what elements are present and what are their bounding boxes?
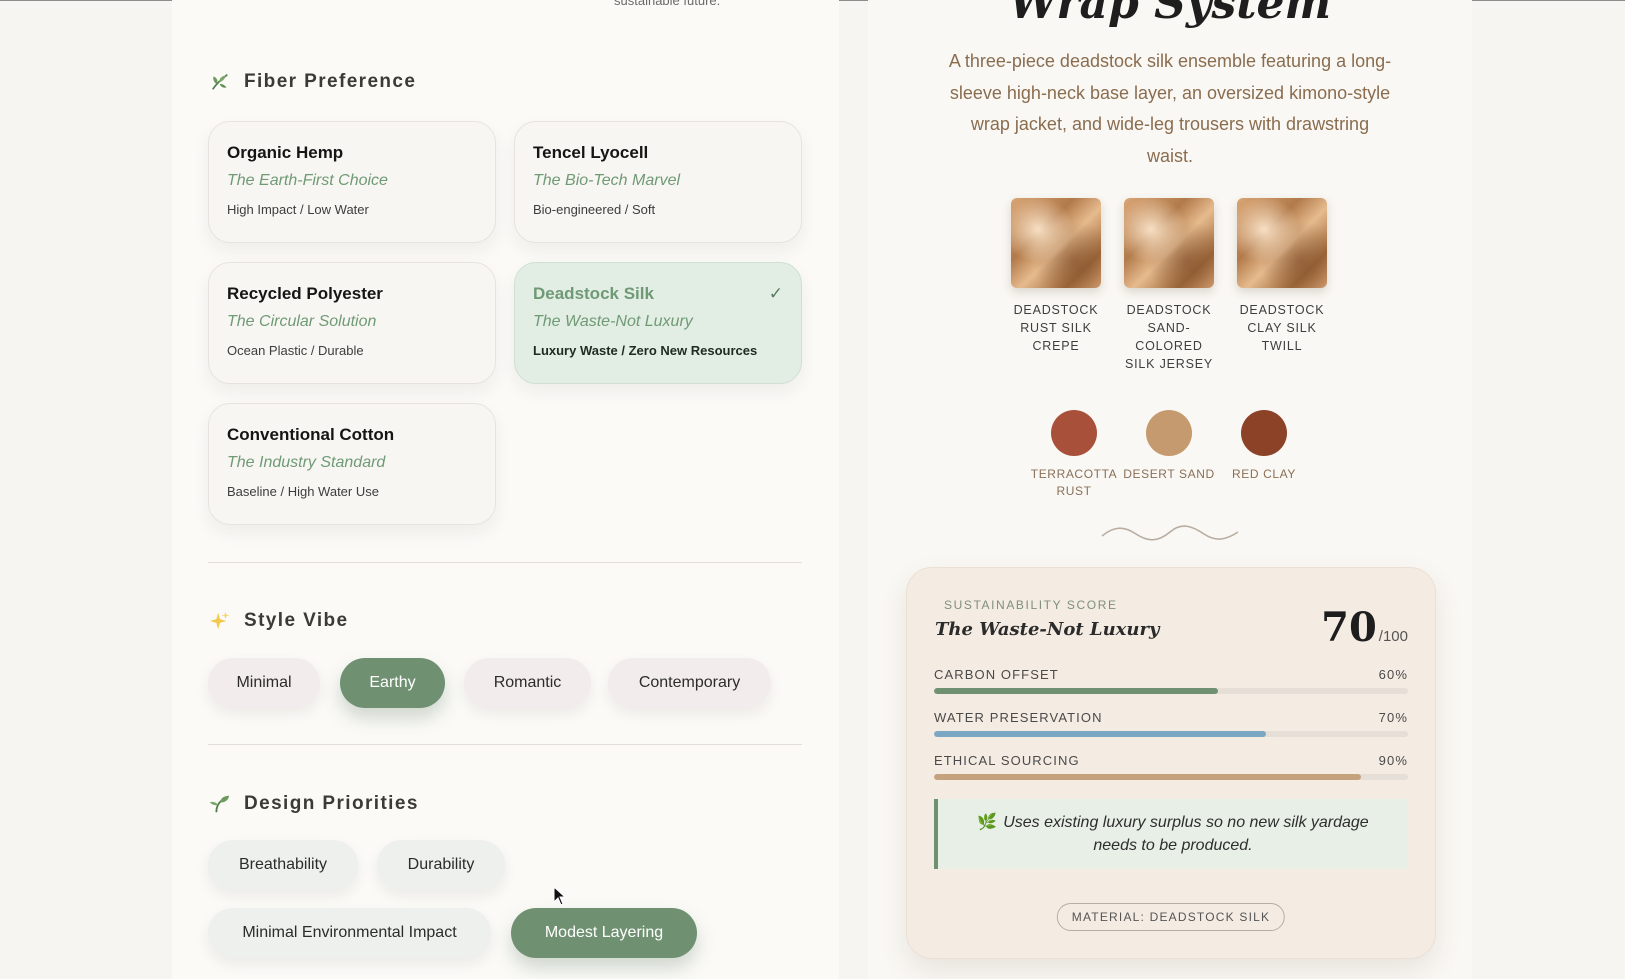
style-option-minimal[interactable]: Minimal	[208, 658, 320, 708]
style-vibe-heading: Style Vibe	[208, 609, 348, 633]
fiber-card-recycled-polyester[interactable]: Recycled Polyester The Circular Solution…	[208, 262, 496, 384]
progress-fill	[934, 731, 1266, 737]
fiber-tagline: The Bio-Tech Marvel	[533, 172, 681, 189]
progress-fill	[934, 688, 1219, 694]
note-text: Uses existing luxury surplus so no new s…	[1003, 814, 1369, 854]
sparkles-icon	[208, 609, 232, 633]
palette-color-red-clay: RED CLAY	[1214, 410, 1314, 483]
fabric-label: DEADSTOCK CLAY SILK TWILL	[1239, 303, 1325, 353]
score-value: 70 /100	[1321, 604, 1408, 651]
metric-label: WATER PRESERVATION	[934, 710, 1103, 725]
fiber-tagline: The Industry Standard	[227, 454, 386, 471]
fiber-name: Conventional Cotton	[227, 425, 395, 444]
material-chip: MATERIAL: DEADSTOCK SILK	[1056, 903, 1286, 931]
preferences-panel: sustainable future. Fiber Preference Org…	[172, 0, 839, 979]
fabric-swatch-rust-silk-crepe: DEADSTOCK RUST SILK CREPE	[1006, 198, 1106, 355]
progress-track	[934, 774, 1408, 780]
progress-track	[934, 731, 1408, 737]
outfit-result-panel: Wrap System A three-piece deadstock silk…	[868, 0, 1472, 979]
fiber-card-organic-hemp[interactable]: Organic Hemp The Earth-First Choice High…	[208, 121, 496, 243]
fabric-label: DEADSTOCK SAND-COLORED SILK JERSEY	[1125, 303, 1213, 371]
fiber-name: Tencel Lyocell	[533, 143, 649, 162]
metric-water-preservation: WATER PRESERVATION 70%	[934, 710, 1408, 737]
color-label: RED CLAY	[1232, 467, 1296, 481]
progress-track	[934, 688, 1408, 694]
score-number: 70	[1321, 604, 1377, 651]
metric-ethical-sourcing: ETHICAL SOURCING 90%	[934, 753, 1408, 780]
color-label: DESERT SAND	[1123, 467, 1215, 481]
wave-divider	[1101, 525, 1239, 541]
fiber-name: Deadstock Silk	[533, 284, 654, 303]
fiber-card-conventional-cotton[interactable]: Conventional Cotton The Industry Standar…	[208, 403, 496, 525]
leaf-icon	[208, 70, 232, 94]
divider	[208, 744, 802, 745]
fiber-tagline: The Circular Solution	[227, 313, 377, 330]
mouse-cursor-icon	[553, 886, 567, 906]
fiber-card-deadstock-silk[interactable]: Deadstock Silk The Waste-Not Luxury Luxu…	[514, 262, 802, 384]
color-label: TERRACOTTA RUST	[1030, 467, 1118, 498]
metric-value: 90%	[1378, 753, 1408, 768]
design-priorities-heading: Design Priorities	[208, 792, 419, 816]
metric-value: 70%	[1378, 710, 1408, 725]
style-option-romantic[interactable]: Romantic	[464, 658, 591, 708]
sustainability-note: 🌿 Uses existing luxury surplus so no new …	[934, 799, 1408, 869]
priority-option-durability[interactable]: Durability	[377, 840, 505, 890]
section-title: Fiber Preference	[244, 71, 417, 92]
fabric-image	[1124, 198, 1214, 288]
palette-color-desert-sand: DESERT SAND	[1119, 410, 1219, 483]
intro-text-fragment: sustainable future.	[614, 0, 721, 8]
leaf-icon: 🌿	[977, 814, 998, 831]
metric-label: CARBON OFFSET	[934, 667, 1059, 682]
fiber-tagline: The Earth-First Choice	[227, 172, 388, 189]
outfit-description: A three-piece deadstock silk ensemble fe…	[948, 51, 1392, 166]
fiber-preference-heading: Fiber Preference	[208, 70, 416, 94]
sustainability-score-card: SUSTAINABILITY SCORE The Waste-Not Luxur…	[906, 567, 1436, 959]
color-dot	[1146, 410, 1192, 456]
fiber-card-tencel-lyocell[interactable]: Tencel Lyocell The Bio-Tech Marvel Bio-e…	[514, 121, 802, 243]
priority-option-minimal-environmental-impact[interactable]: Minimal Environmental Impact	[208, 908, 491, 958]
metric-carbon-offset: CARBON OFFSET 60%	[934, 667, 1408, 694]
score-eyebrow: SUSTAINABILITY SCORE	[944, 598, 1118, 612]
fabric-swatch-sand-silk-jersey: DEADSTOCK SAND-COLORED SILK JERSEY	[1119, 198, 1219, 373]
seedling-icon	[208, 792, 232, 816]
priority-option-modest-layering[interactable]: Modest Layering	[511, 908, 697, 958]
score-fiber-name: The Waste-Not Luxury	[935, 619, 1160, 640]
palette-color-terracotta-rust: TERRACOTTA RUST	[1024, 410, 1124, 500]
fiber-name: Organic Hemp	[227, 143, 344, 162]
metric-label: ETHICAL SOURCING	[934, 753, 1080, 768]
progress-fill	[934, 774, 1361, 780]
fiber-meta: Luxury Waste / Zero New Resources	[533, 343, 758, 358]
fiber-meta: Bio-engineered / Soft	[533, 202, 656, 217]
score-denominator: /100	[1378, 628, 1408, 645]
fabric-swatch-clay-silk-twill: DEADSTOCK CLAY SILK TWILL	[1232, 198, 1332, 355]
color-dot	[1241, 410, 1287, 456]
fabric-image	[1237, 198, 1327, 288]
metric-value: 60%	[1378, 667, 1408, 682]
section-title: Style Vibe	[244, 610, 349, 631]
fiber-meta: High Impact / Low Water	[227, 202, 369, 217]
fiber-meta: Baseline / High Water Use	[227, 484, 379, 499]
section-title: Design Priorities	[244, 793, 419, 814]
priority-option-breathability[interactable]: Breathability	[208, 840, 358, 890]
style-option-earthy[interactable]: Earthy	[340, 658, 445, 708]
fabric-image	[1011, 198, 1101, 288]
checkmark-icon: ✓	[768, 284, 783, 303]
outfit-title: Wrap System	[1008, 0, 1332, 29]
fiber-name: Recycled Polyester	[227, 284, 383, 303]
style-option-contemporary[interactable]: Contemporary	[608, 658, 771, 708]
fabric-label: DEADSTOCK RUST SILK CREPE	[1013, 303, 1099, 353]
color-dot	[1051, 410, 1097, 456]
fiber-tagline: The Waste-Not Luxury	[533, 313, 693, 330]
divider	[208, 562, 802, 563]
fiber-meta: Ocean Plastic / Durable	[227, 343, 364, 358]
